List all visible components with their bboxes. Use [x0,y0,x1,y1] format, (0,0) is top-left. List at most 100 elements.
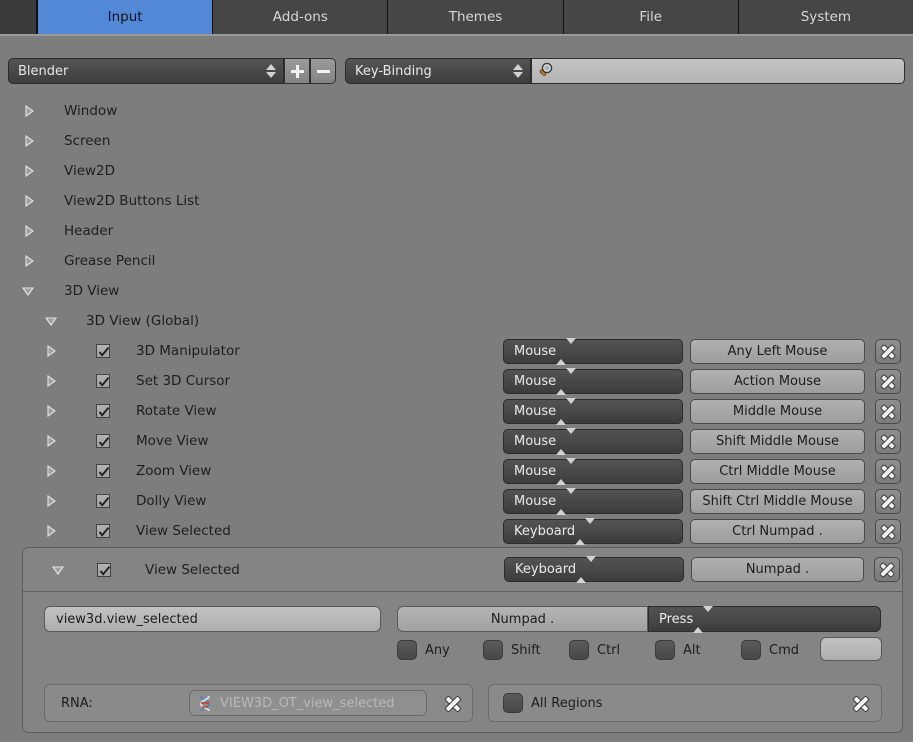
keymap-enabled-checkbox[interactable] [96,434,110,448]
keymap-preset-value: Blender [18,63,69,79]
modifier-any-box[interactable] [397,640,417,660]
keymap-enabled-checkbox[interactable] [96,404,110,418]
region-clear-button[interactable] [853,696,869,712]
tree-item-view2d[interactable]: View2D [0,156,913,186]
filter-type-value: Key-Binding [355,63,432,79]
rna-clear-button[interactable] [445,696,461,712]
keymap-binding-button[interactable]: Shift Middle Mouse [690,429,865,454]
keymap-remove-button[interactable] [875,339,901,364]
modifier-cmd-box[interactable] [741,640,761,660]
keymap-remove-button[interactable] [875,459,901,484]
modifier-any-toggle[interactable]: Any [397,639,450,661]
tab-themes[interactable]: Themes [388,0,564,34]
modifier-shift-label: Shift [511,642,541,658]
event-value-label: Press [659,611,694,627]
modifier-alt-label: Alt [683,642,701,658]
chevron-right-icon[interactable] [44,494,58,508]
modifier-shift-toggle[interactable]: Shift [483,639,541,661]
tree-item-grease-pencil[interactable]: Grease Pencil [0,246,913,276]
keymap-enabled-checkbox[interactable] [96,374,110,388]
keymap-binding-button[interactable]: Middle Mouse [690,399,865,424]
tree-item-view2d-buttons-list[interactable]: View2D Buttons List [0,186,913,216]
all-regions-toggle[interactable] [503,693,523,713]
keymap-maptype-select[interactable]: Keyboard [503,518,683,545]
detail-binding-button[interactable]: Numpad . [691,557,864,582]
detail-remove-button[interactable] [874,557,900,582]
keymap-remove-button[interactable] [875,429,901,454]
key-modifier-field[interactable] [820,637,882,661]
keymap-maptype-value: Mouse [514,494,557,509]
keymap-maptype-select[interactable]: Mouse [503,338,683,365]
search-input[interactable] [531,58,905,84]
keymap-row-label: View Selected [136,523,231,539]
rna-value-field[interactable]: VIEW3D_OT_view_selected [189,690,427,716]
add-preset-button[interactable] [284,58,310,84]
keymap-row-label: Rotate View [136,403,217,419]
chevron-right-icon[interactable] [22,164,36,178]
modifier-cmd-toggle[interactable]: Cmd [741,639,799,661]
keymap-remove-button[interactable] [875,399,901,424]
chevron-right-icon[interactable] [44,434,58,448]
keymap-binding-button[interactable]: Any Left Mouse [690,339,865,364]
keymap-binding-button[interactable]: Ctrl Middle Mouse [690,459,865,484]
modifier-ctrl-box[interactable] [569,640,589,660]
chevron-right-icon[interactable] [44,524,58,538]
x-icon [881,465,895,479]
keymap-preset-select[interactable]: Blender [8,58,284,84]
chevron-down-icon[interactable] [51,563,65,577]
keymap-enabled-checkbox[interactable] [96,464,110,478]
keymap-binding-label: Shift Middle Mouse [716,434,839,449]
chevron-right-icon[interactable] [22,194,36,208]
tab-file[interactable]: File [563,0,739,34]
modifier-ctrl-toggle[interactable]: Ctrl [569,639,620,661]
tree-item-header[interactable]: Header [0,216,913,246]
event-value-select[interactable]: Press [648,605,881,633]
modifier-shift-box[interactable] [483,640,503,660]
keymap-binding-button[interactable]: Ctrl Numpad . [690,519,865,544]
modifier-alt-box[interactable] [655,640,675,660]
keymap-enabled-checkbox[interactable] [96,524,110,538]
keymap-remove-button[interactable] [875,519,901,544]
keymap-binding-label: Action Mouse [733,374,822,389]
filter-type-select[interactable]: Key-Binding [345,58,531,84]
keymap-row: Move View Mouse Shift Middle Mouse [0,426,913,456]
tree-item-label: 3D View (Global) [86,313,200,329]
chevron-right-icon[interactable] [44,404,58,418]
keymap-maptype-select[interactable]: Mouse [503,398,683,425]
keymap-maptype-select[interactable]: Mouse [503,488,683,515]
keymap-remove-button[interactable] [875,489,901,514]
detail-maptype-select[interactable]: Keyboard [504,556,684,583]
tree-item-screen[interactable]: Screen [0,126,913,156]
chevron-right-icon[interactable] [44,464,58,478]
keymap-binding-button[interactable]: Action Mouse [690,369,865,394]
keymap-enabled-checkbox[interactable] [96,344,110,358]
chevron-right-icon[interactable] [22,224,36,238]
tree-item-window[interactable]: Window [0,96,913,126]
tree-item-3d-view[interactable]: 3D View [0,276,913,306]
keymap-maptype-select[interactable]: Mouse [503,368,683,395]
chevron-down-icon[interactable] [21,284,35,298]
chevron-right-icon[interactable] [22,134,36,148]
tab-addons[interactable]: Add-ons [213,0,389,34]
chevron-down-icon[interactable] [44,314,58,328]
operator-id-field[interactable]: view3d.view_selected [44,606,381,632]
chevron-right-icon[interactable] [44,374,58,388]
chevron-right-icon[interactable] [44,344,58,358]
chevron-right-icon[interactable] [22,254,36,268]
remove-preset-button[interactable] [310,58,336,84]
detail-maptype-value: Keyboard [515,562,577,577]
detail-enabled-checkbox[interactable] [97,563,111,577]
keymap-row: Zoom View Mouse Ctrl Middle Mouse [0,456,913,486]
chevron-right-icon[interactable] [22,104,36,118]
key-name-button[interactable]: Numpad . [397,606,648,632]
keymap-maptype-select[interactable]: Mouse [503,428,683,455]
keymap-enabled-checkbox[interactable] [96,494,110,508]
tab-system[interactable]: System [738,0,913,34]
keymap-maptype-select[interactable]: Mouse [503,458,683,485]
modifier-alt-toggle[interactable]: Alt [655,639,701,661]
tab-input[interactable]: Input [37,0,214,34]
keymap-binding-button[interactable]: Shift Ctrl Middle Mouse [690,489,865,514]
keymap-remove-button[interactable] [875,369,901,394]
chevron-updown-icon [556,458,577,485]
tree-item-3d-view-global[interactable]: 3D View (Global) [0,306,913,336]
